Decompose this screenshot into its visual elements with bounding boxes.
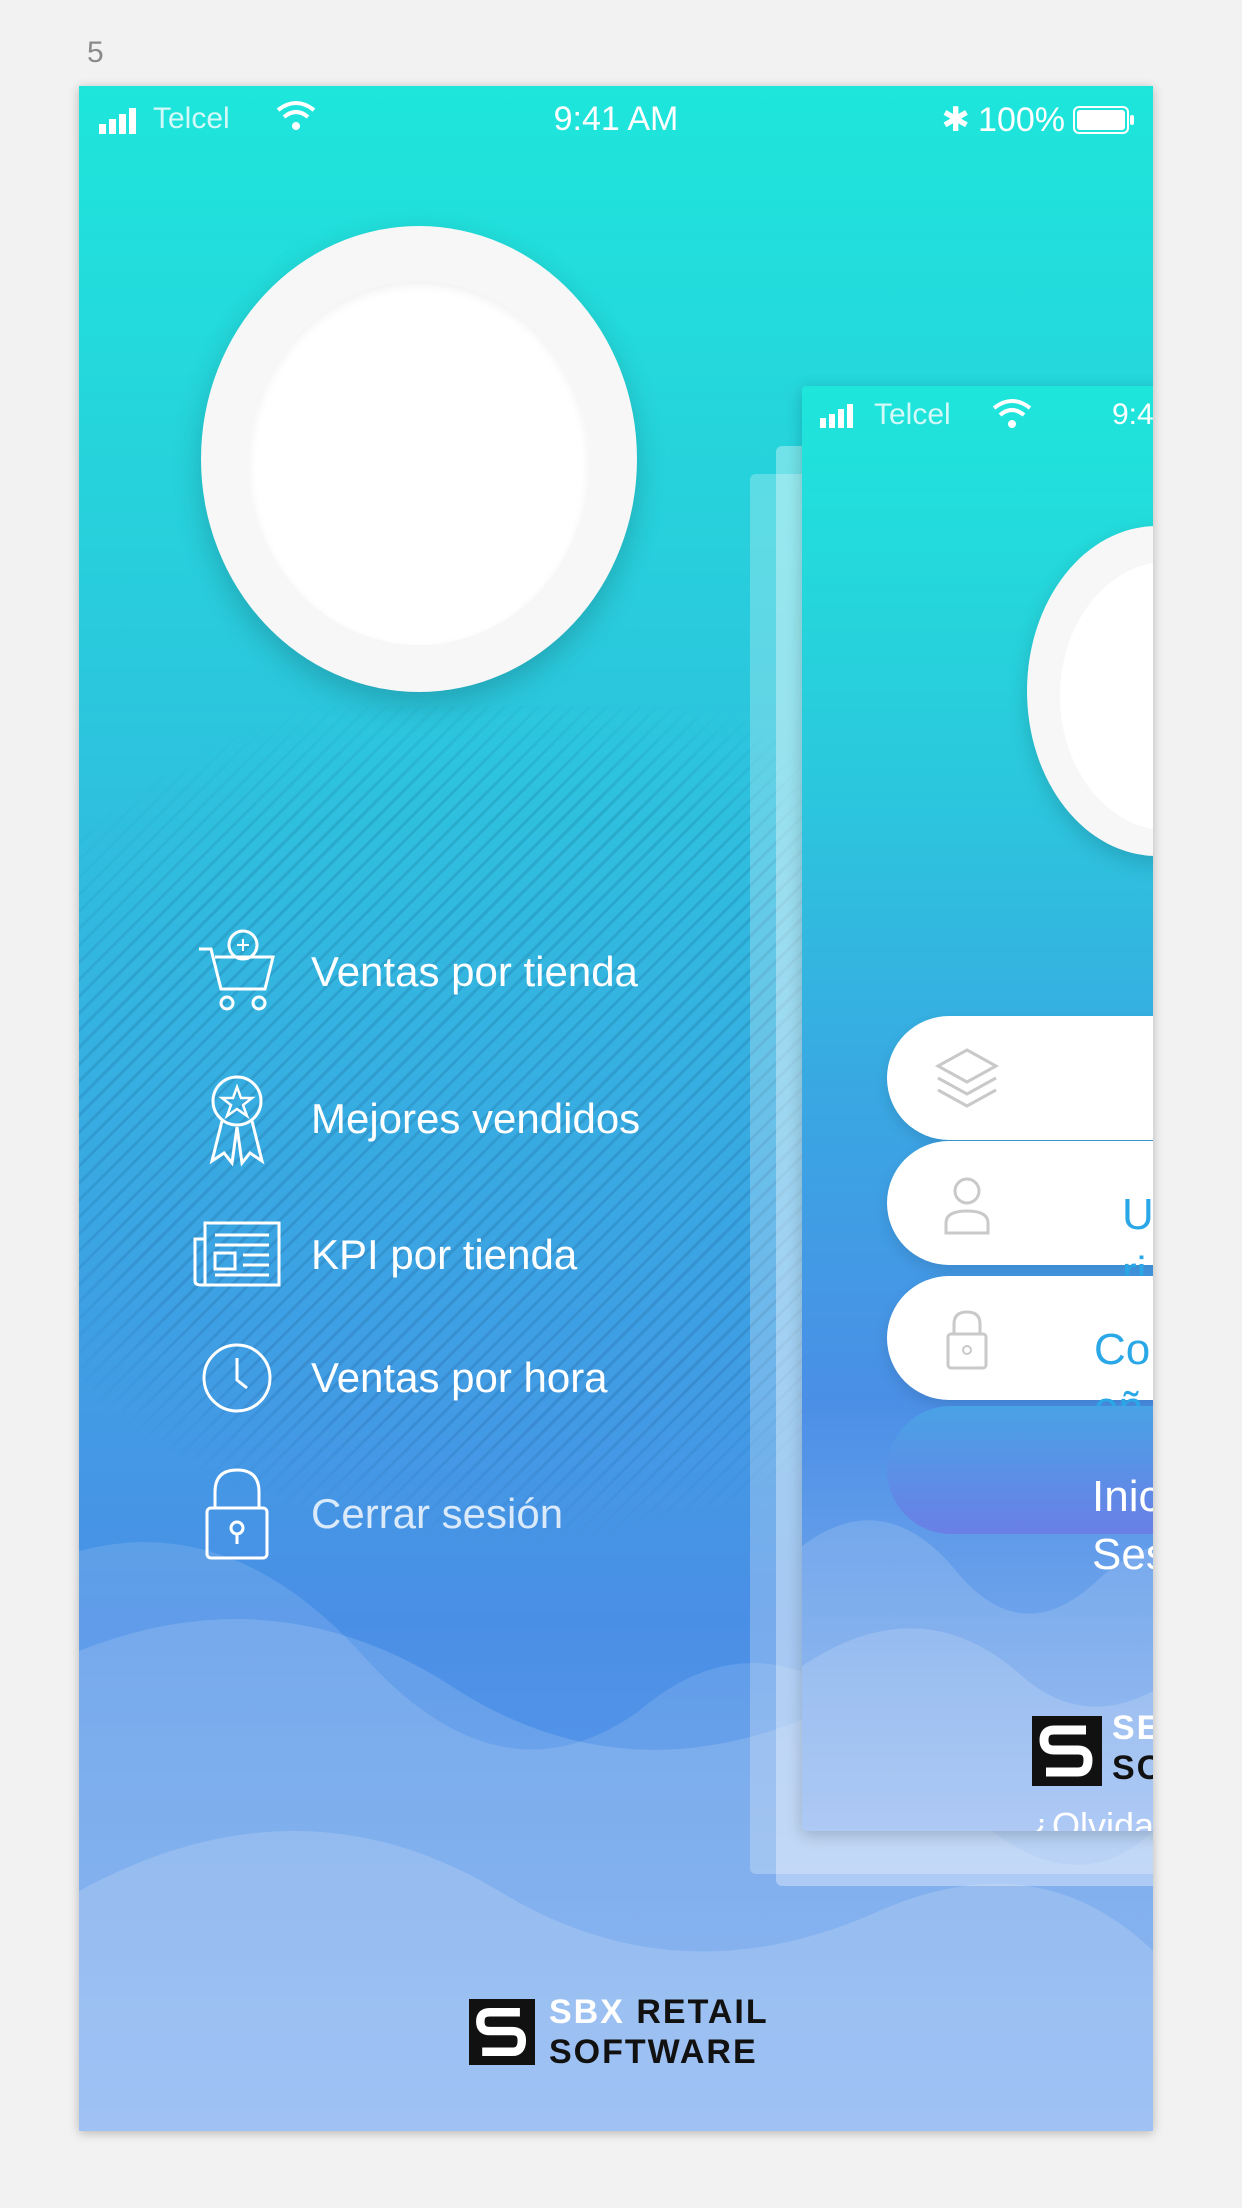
user-icon xyxy=(944,1177,990,1235)
preview-status-bar: Telcel 9:4 xyxy=(802,386,1153,436)
menu-item-label: Mejores vendidos xyxy=(311,1095,641,1142)
shopping-cart-icon xyxy=(189,924,285,1020)
status-bar: Telcel 9:41 AM ✱ 100% xyxy=(79,86,1153,156)
brand-line1: RETAIL xyxy=(624,1993,769,2031)
menu-item-kpi-por-tienda[interactable]: KPI por tienda xyxy=(189,1207,577,1303)
menu-item-label: KPI por tienda xyxy=(311,1231,578,1278)
company-field[interactable] xyxy=(887,1016,1153,1140)
battery-icon xyxy=(1073,106,1134,134)
menu-item-ventas-por-tienda[interactable]: Ventas por tienda xyxy=(189,924,638,1020)
battery-status: ✱ 100% xyxy=(942,100,1135,140)
menu-item-label: Ventas por hora xyxy=(311,1354,608,1401)
forgot-password-link[interactable]: ¿Olvida contras xyxy=(1030,1802,1153,1831)
lock-icon xyxy=(946,1310,988,1370)
menu-item-mejores-vendidos[interactable]: Mejores vendidos xyxy=(189,1071,640,1167)
brand-prefix: SBX xyxy=(549,1993,625,2031)
battery-percent: 100% xyxy=(978,100,1065,139)
artboard-label: 5 xyxy=(87,36,104,69)
carrier-name: Telcel xyxy=(874,398,951,431)
newspaper-icon xyxy=(189,1207,285,1303)
status-time: 9:4 xyxy=(1112,398,1153,431)
login-screen-preview[interactable]: Telcel 9:4 U ri Co Inic S SE SC ¿Olvida xyxy=(802,386,1153,1831)
sbx-logo-icon xyxy=(1032,1716,1102,1786)
award-ribbon-icon xyxy=(189,1071,285,1167)
sbx-logo-icon xyxy=(469,1999,535,2065)
menu-screen: Telcel 9:41 AM ✱ 100% Ventas por tienda … xyxy=(79,86,1153,2131)
brand-line2: SOFTWARE xyxy=(549,2033,758,2071)
username-field[interactable] xyxy=(887,1141,1153,1265)
wifi-icon xyxy=(992,399,1032,428)
clock-icon xyxy=(189,1330,285,1426)
menu-item-ventas-por-hora[interactable]: Ventas por hora xyxy=(189,1330,608,1426)
avatar[interactable] xyxy=(249,281,589,645)
signal-icon xyxy=(820,404,853,428)
brand-logo: SBX RETAIL SOFTWARE xyxy=(469,1992,769,2072)
brand-text: SE SC xyxy=(1112,1709,1153,1787)
bluetooth-icon: ✱ xyxy=(941,101,971,139)
menu-item-label: Ventas por tienda xyxy=(311,948,638,995)
layers-icon xyxy=(934,1048,1000,1108)
brand-text: SBX RETAIL SOFTWARE xyxy=(549,1992,769,2072)
